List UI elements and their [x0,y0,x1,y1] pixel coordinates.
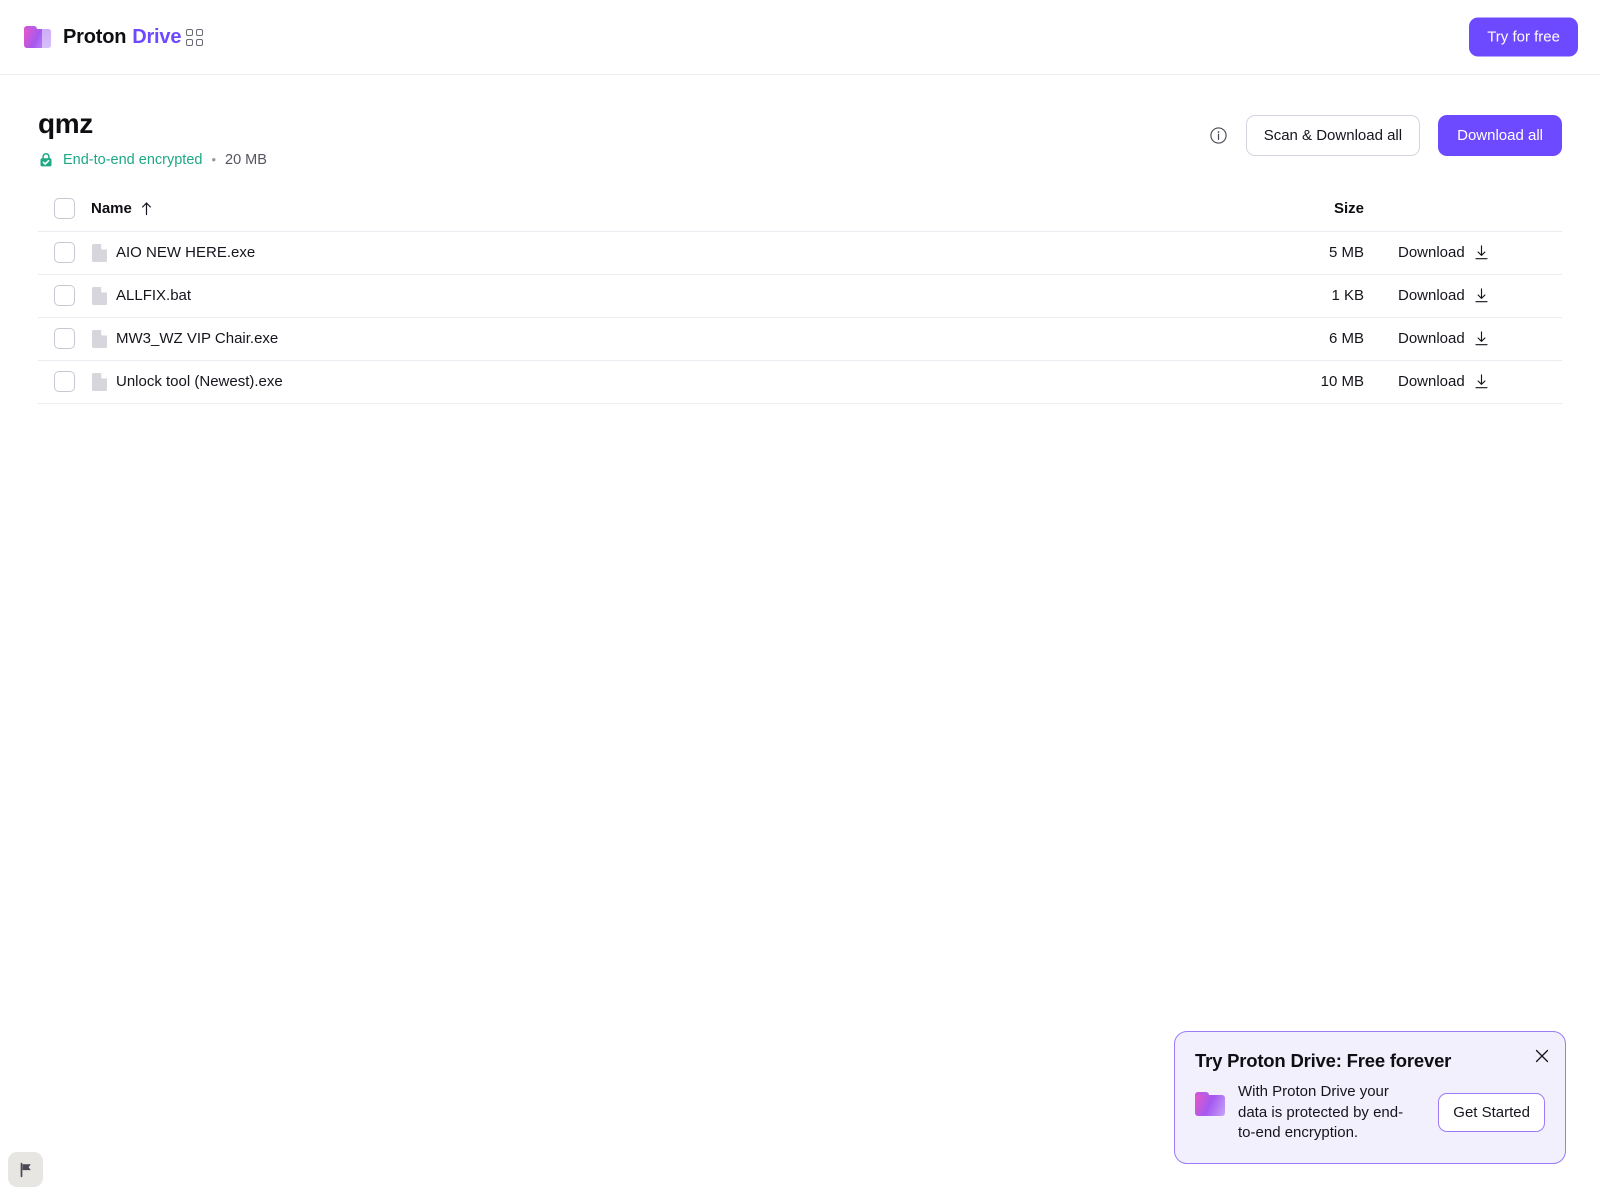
file-size: 10 MB [1320,373,1364,391]
download-arrow-icon[interactable] [1474,245,1489,260]
table-row[interactable]: MW3_WZ VIP Chair.exe 6 MB Download [38,318,1562,361]
row-select-cell [38,371,91,393]
table-row[interactable]: AIO NEW HERE.exe 5 MB Download [38,232,1562,275]
file-icon [92,329,107,348]
table-row[interactable]: Unlock tool (Newest).exe 10 MB Download [38,361,1562,404]
arrow-up-icon [141,201,151,215]
flag-icon [20,1162,31,1177]
page-content: qmz End-to-end encrypted • 20 MB Scan & … [0,75,1600,404]
brand-logo[interactable]: Proton Drive [24,26,181,49]
download-arrow-icon[interactable] [1474,288,1489,303]
file-size: 5 MB [1328,244,1364,262]
total-size-label: 20 MB [225,151,267,168]
table-header-row: Name Size [38,197,1562,232]
download-link[interactable]: Download [1398,330,1465,347]
row-select-cell [38,328,91,350]
lock-check-icon [40,152,52,166]
meta-separator: • [211,152,217,168]
get-started-button[interactable]: Get Started [1438,1093,1545,1133]
brand-word-proton: Proton [63,25,127,48]
grid-2x2-icon[interactable] [186,28,204,46]
file-name: ALLFIX.bat [116,287,192,305]
file-name: MW3_WZ VIP Chair.exe [116,330,279,348]
row-checkbox[interactable] [54,371,75,393]
report-abuse-button[interactable] [8,1152,43,1187]
row-checkbox[interactable] [54,285,75,307]
promo-title: Try Proton Drive: Free forever [1195,1050,1452,1072]
header-actions: Scan & Download all Download all [1209,107,1562,156]
download-all-button[interactable]: Download all [1438,115,1562,156]
column-header-name[interactable]: Name [91,200,1232,217]
close-icon-glyph [1535,1050,1549,1063]
download-arrow-icon[interactable] [1474,374,1489,389]
file-icon [92,372,107,391]
page-title: qmz [38,108,93,139]
page-meta: End-to-end encrypted • 20 MB [38,152,267,168]
row-select-cell [38,242,91,264]
download-link[interactable]: Download [1398,244,1465,261]
title-block: qmz End-to-end encrypted • 20 MB [38,107,267,168]
select-all-checkbox[interactable] [54,197,75,219]
row-checkbox[interactable] [54,242,75,264]
scan-and-download-all-button[interactable]: Scan & Download all [1245,115,1421,156]
table-row[interactable]: ALLFIX.bat 1 KB Download [38,275,1562,318]
download-link[interactable]: Download [1398,287,1465,304]
column-header-name-label: Name [91,199,132,217]
column-header-size[interactable]: Size [1232,200,1372,217]
row-download-cell: Download [1372,330,1562,347]
try-for-free-button[interactable]: Try for free [1469,17,1578,57]
file-table: Name Size AIO NEW HERE.exe 5 MB Download… [38,197,1562,404]
select-all-cell [38,197,91,219]
file-name: Unlock tool (Newest).exe [116,373,283,391]
info-circle-icon[interactable] [1209,126,1228,145]
file-icon [92,286,107,305]
brand-word-drive: Drive [132,25,182,48]
row-download-cell: Download [1372,287,1562,304]
promo-banner: Try Proton Drive: Free forever With Prot… [1174,1031,1566,1164]
row-download-cell: Download [1372,244,1562,261]
row-name-cell: AIO NEW HERE.exe [91,243,1232,263]
top-bar: Proton Drive Try for free [0,0,1600,75]
page-header: qmz End-to-end encrypted • 20 MB Scan & … [38,75,1562,168]
file-name: AIO NEW HERE.exe [116,244,256,262]
promo-body: With Proton Drive your data is protected… [1195,1082,1545,1143]
encryption-label: End-to-end encrypted [63,151,203,168]
close-icon[interactable] [1533,1047,1551,1065]
row-name-cell: ALLFIX.bat [91,286,1232,306]
brand-name: Proton Drive [63,26,181,49]
row-download-cell: Download [1372,373,1562,390]
proton-drive-folder-logo [24,26,51,48]
row-select-cell [38,285,91,307]
download-arrow-icon[interactable] [1474,331,1489,346]
promo-description: With Proton Drive your data is protected… [1238,1083,1404,1141]
download-link[interactable]: Download [1398,373,1465,390]
row-name-cell: Unlock tool (Newest).exe [91,372,1232,392]
row-name-cell: MW3_WZ VIP Chair.exe [91,329,1232,349]
row-checkbox[interactable] [54,328,75,350]
file-size: 6 MB [1328,330,1364,348]
proton-drive-folder-logo [1195,1092,1225,1117]
file-size: 1 KB [1331,287,1364,305]
file-icon [92,243,107,262]
